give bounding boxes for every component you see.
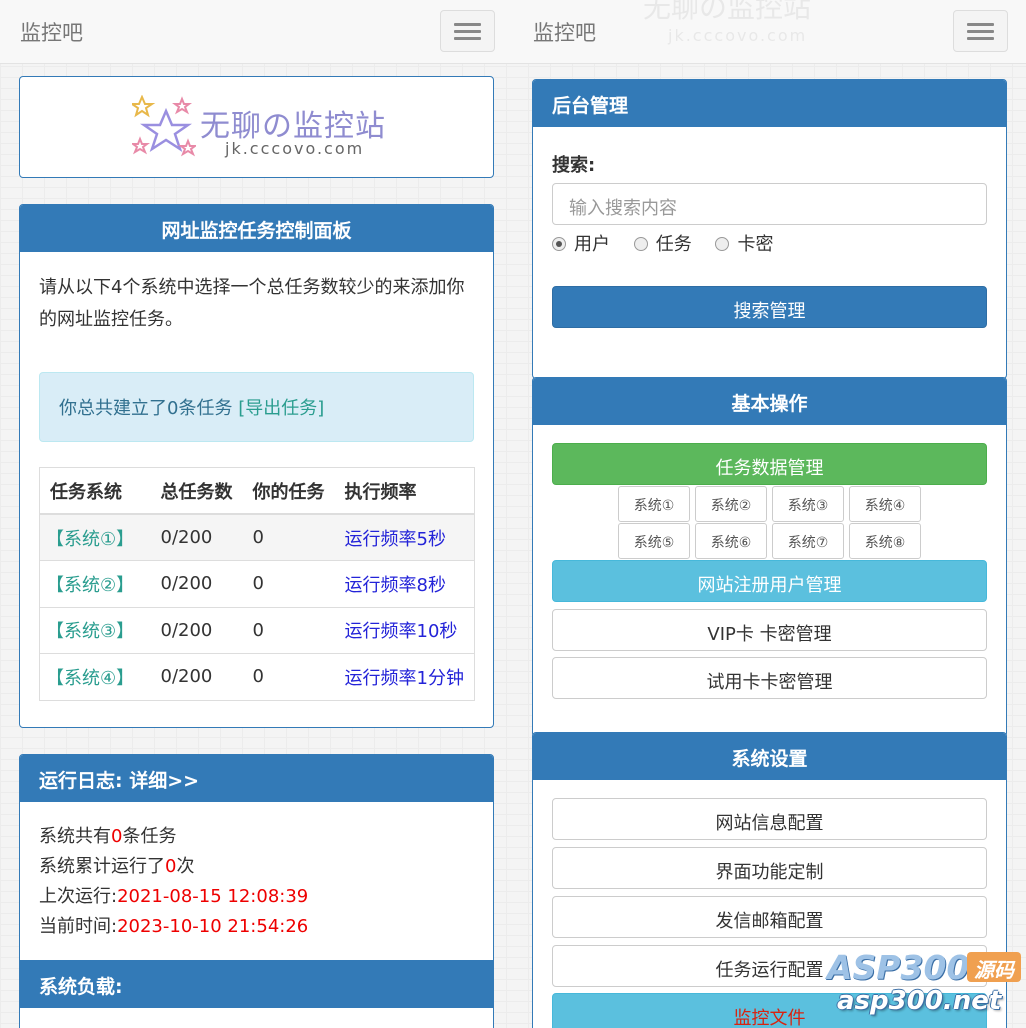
column-header: 总任务数 xyxy=(150,467,243,515)
brand[interactable]: 监控吧 xyxy=(533,17,596,47)
hamburger-icon xyxy=(967,23,994,26)
hamburger-icon xyxy=(454,23,481,26)
navbar: 无聊の监控站 jk.cccovo.com 监控吧 xyxy=(513,0,1026,64)
basic-operations-panel: 基本操作 任务数据管理 系统① 系统② 系统③ 系统④ 系统⑤ 系统⑥ 系统⑦ … xyxy=(532,377,1007,737)
column-header: 任务系统 xyxy=(39,467,151,515)
panel-title: 网址监控任务控制面板 xyxy=(20,205,493,252)
menu-toggle-button[interactable] xyxy=(440,10,495,52)
user-manage-button[interactable]: 网站注册用户管理 xyxy=(552,560,987,602)
export-tasks-link[interactable]: [导出任务] xyxy=(238,398,324,419)
watermark-url: asp300.net xyxy=(837,986,1002,1016)
frequency-link[interactable]: 运行频率10秒 xyxy=(334,606,475,654)
system-link[interactable]: 【系统②】 xyxy=(39,560,151,607)
system-8-button[interactable]: 系统⑧ xyxy=(849,523,921,559)
system-1-button[interactable]: 系统① xyxy=(618,486,690,522)
search-label: 搜索: xyxy=(552,155,596,176)
admin-panel: 后台管理 搜索: 输入搜索内容 用户 任务 卡密 搜索管理 xyxy=(532,79,1007,379)
system-5-button[interactable]: 系统⑤ xyxy=(618,523,690,559)
run-log-body: 系统共有0条任务 系统累计运行了0次 上次运行:2021-08-15 12:08… xyxy=(20,802,493,962)
my-tasks: 0 xyxy=(242,653,335,700)
watermark-logo: ASP300 源码 asp300.net xyxy=(827,948,1022,1020)
log-line-tasks: 系统共有0条任务 xyxy=(39,826,177,847)
log-line-runs: 系统累计运行了0次 xyxy=(39,856,195,877)
ui-custom-button[interactable]: 界面功能定制 xyxy=(552,847,987,889)
vip-card-button[interactable]: VIP卡 卡密管理 xyxy=(552,609,987,651)
watermark-text: ASP300 xyxy=(827,948,970,987)
system-2-button[interactable]: 系统② xyxy=(695,486,767,522)
task-systems-table: 任务系统 总任务数 你的任务 执行频率 【系统①】 0/200 0 运行频率5秒… xyxy=(39,467,475,701)
system-4-button[interactable]: 系统④ xyxy=(849,486,921,522)
settings-title: 系统设置 xyxy=(533,733,1006,780)
brand[interactable]: 监控吧 xyxy=(20,17,83,47)
site-logo: 无聊の监控站 jk.cccovo.com xyxy=(19,76,494,178)
system-7-button[interactable]: 系统⑦ xyxy=(772,523,844,559)
radio-task[interactable]: 任务 xyxy=(633,230,692,256)
column-header: 你的任务 xyxy=(242,467,335,515)
frequency-link[interactable]: 运行频率8秒 xyxy=(334,560,475,607)
table-row: 【系统②】 0/200 0 运行频率8秒 xyxy=(39,560,475,607)
search-input[interactable]: 输入搜索内容 xyxy=(552,183,987,225)
total-tasks: 0/200 xyxy=(150,653,243,700)
navbar: 监控吧 xyxy=(0,0,513,64)
system-link[interactable]: 【系统①】 xyxy=(39,513,151,561)
table-row: 【系统①】 0/200 0 运行频率5秒 xyxy=(39,513,475,561)
total-tasks: 0/200 xyxy=(150,606,243,654)
column-header: 执行频率 xyxy=(334,467,475,515)
system-6-button[interactable]: 系统⑥ xyxy=(695,523,767,559)
admin-title: 后台管理 xyxy=(533,80,1006,127)
radio-user[interactable]: 用户 xyxy=(552,230,610,256)
intro-text: 请从以下4个系统中选择一个总任务数较少的来添加你的网址监控任务。 xyxy=(39,277,465,330)
radio-checked-icon xyxy=(552,237,566,251)
table-row: 【系统③】 0/200 0 运行频率10秒 xyxy=(39,606,475,654)
task-data-button[interactable]: 任务数据管理 xyxy=(552,443,987,485)
table-header-row: 任务系统 总任务数 你的任务 执行频率 xyxy=(39,467,475,515)
total-tasks: 0/200 xyxy=(150,513,243,561)
task-count-alert: 你总共建立了0条任务 [导出任务] xyxy=(39,372,474,442)
basic-title: 基本操作 xyxy=(533,378,1006,425)
watermark-badge: 源码 xyxy=(967,952,1021,982)
frequency-link[interactable]: 运行频率1分钟 xyxy=(334,653,475,700)
radio-card[interactable]: 卡密 xyxy=(715,230,773,256)
logo-subtitle: jk.cccovo.com xyxy=(225,139,365,158)
site-info-button[interactable]: 网站信息配置 xyxy=(552,798,987,840)
log-line-current-time: 当前时间:2023-10-10 21:54:26 xyxy=(39,916,309,937)
stars-icon xyxy=(132,95,196,157)
trial-card-button[interactable]: 试用卡卡密管理 xyxy=(552,657,987,699)
system-3-button[interactable]: 系统③ xyxy=(772,486,844,522)
system-link[interactable]: 【系统④】 xyxy=(39,653,151,700)
frequency-link[interactable]: 运行频率5秒 xyxy=(334,513,475,561)
table-row: 【系统④】 0/200 0 运行频率1分钟 xyxy=(39,653,475,700)
my-tasks: 0 xyxy=(242,513,335,561)
my-tasks: 0 xyxy=(242,606,335,654)
ghost-logo: 无聊の监控站 jk.cccovo.com xyxy=(643,0,812,45)
my-tasks: 0 xyxy=(242,560,335,607)
log-line-last-run: 上次运行:2021-08-15 12:08:39 xyxy=(39,886,309,907)
control-panel: 网址监控任务控制面板 请从以下4个系统中选择一个总任务数较少的来添加你的网址监控… xyxy=(19,204,494,728)
alert-text: 你总共建立了0条任务 xyxy=(59,398,239,419)
radio-icon xyxy=(633,237,648,251)
radio-icon xyxy=(715,237,730,251)
right-column: 无聊の监控站 jk.cccovo.com 监控吧 后台管理 搜索: 输入搜索内容… xyxy=(513,0,1026,1028)
run-log-title[interactable]: 运行日志: 详细>> xyxy=(20,755,493,802)
total-tasks: 0/200 xyxy=(150,560,243,607)
mail-config-button[interactable]: 发信邮箱配置 xyxy=(552,896,987,938)
search-manage-button[interactable]: 搜索管理 xyxy=(552,286,987,328)
system-link[interactable]: 【系统③】 xyxy=(39,606,151,654)
system-load-panel: 系统负载: xyxy=(19,960,494,1028)
search-type-radios: 用户 任务 卡密 xyxy=(552,230,791,256)
menu-toggle-button[interactable] xyxy=(953,10,1008,52)
system-load-title: 系统负载: xyxy=(20,961,493,1008)
left-column: 监控吧 无聊の监控站 jk.cccovo.com 网址监控任务控制面板 请从以下… xyxy=(0,0,513,1028)
